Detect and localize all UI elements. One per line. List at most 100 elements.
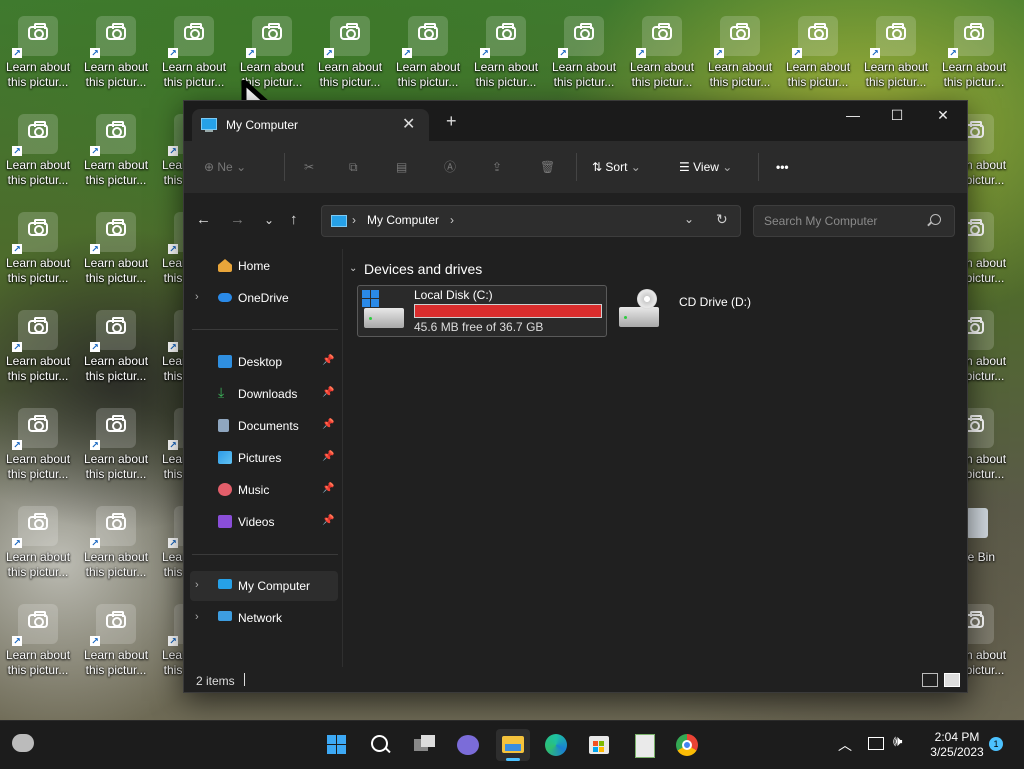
- store-icon: [593, 741, 598, 746]
- desktop-icon-learn-about-picture[interactable]: ↗ Learn about this pictur...: [546, 12, 622, 102]
- details-view-icon[interactable]: [922, 673, 938, 687]
- drive-cd-d[interactable]: CD Drive (D:): [615, 285, 765, 335]
- title-bar[interactable]: My Computer ✕ + — ☐ ✕: [184, 101, 967, 141]
- sidebar-item-onedrive[interactable]: › OneDrive: [190, 283, 338, 313]
- desktop-icon-learn-about-picture[interactable]: ↗ Learn about this pictur...: [390, 12, 466, 102]
- see-more-button[interactable]: •••: [776, 155, 789, 179]
- delete-icon[interactable]: 🗑: [540, 155, 555, 179]
- sidebar-item-music[interactable]: Music 📌: [190, 475, 338, 505]
- downloads-folder-icon: ⤓: [218, 384, 225, 400]
- desktop-icon-learn-about-picture[interactable]: ↗ Learn about this pictur...: [0, 306, 76, 396]
- paste-icon[interactable]: ▤: [396, 155, 407, 179]
- shortcut-arrow-icon: ↗: [12, 440, 22, 450]
- address-bar[interactable]: › My Computer › ⌄ ↻: [321, 205, 741, 237]
- teams-chat-button[interactable]: [451, 729, 485, 761]
- desktop-icon-learn-about-picture[interactable]: ↗ Learn about this pictur...: [468, 12, 544, 102]
- up-arrow-icon[interactable]: ↑: [290, 211, 298, 228]
- shortcut-arrow-icon: ↗: [168, 636, 178, 646]
- desktop-icon-learn-about-picture[interactable]: ↗ Learn about this pictur...: [0, 502, 76, 592]
- network-tray-icon[interactable]: [868, 737, 884, 750]
- minimize-button[interactable]: —: [830, 101, 876, 129]
- desktop-icon-label: Learn about this pictur...: [83, 256, 149, 285]
- desktop-icon-learn-about-picture[interactable]: ↗ Learn about this pictur...: [78, 110, 154, 200]
- volume-icon[interactable]: 🕪: [893, 733, 902, 750]
- desktop-icon-learn-about-picture[interactable]: ↗ Learn about this pictur...: [0, 208, 76, 298]
- desktop-icon-learn-about-picture[interactable]: ↗ Learn about this pictur...: [0, 110, 76, 200]
- address-dropdown-icon[interactable]: ⌄: [684, 212, 694, 226]
- task-view-button[interactable]: [408, 729, 442, 761]
- edge-button[interactable]: [540, 729, 574, 761]
- tiles-view-icon[interactable]: [944, 673, 960, 687]
- recent-locations-chevron-icon[interactable]: ⌄: [264, 213, 274, 227]
- desktop-icon-learn-about-picture[interactable]: ↗ Learn about this pictur...: [78, 208, 154, 298]
- desktop-icon-learn-about-picture[interactable]: ↗ Learn about this pictur...: [624, 12, 700, 102]
- sort-button[interactable]: ⇅ Sort ⌄: [592, 155, 641, 179]
- camera-icon: [808, 23, 828, 40]
- shortcut-arrow-icon: ↗: [168, 440, 178, 450]
- weather-icon[interactable]: [12, 734, 34, 752]
- group-header[interactable]: Devices and drives: [364, 261, 482, 277]
- desktop-icon-learn-about-picture[interactable]: ↗ Learn about this pictur...: [858, 12, 934, 102]
- copy-icon[interactable]: ⧉: [349, 155, 358, 179]
- drive-local-disk-c[interactable]: Local Disk (C:) 45.6 MB free of 36.7 GB: [357, 285, 607, 337]
- shortcut-arrow-icon: ↗: [558, 48, 568, 58]
- notepad-button[interactable]: [627, 729, 661, 761]
- sidebar-item-desktop[interactable]: Desktop 📌: [190, 347, 338, 377]
- show-hidden-icons-chevron-icon[interactable]: ︿: [838, 735, 852, 755]
- sidebar-item-network[interactable]: › Network: [190, 603, 338, 633]
- file-explorer-taskbar-button[interactable]: [496, 729, 530, 761]
- chat-icon: [457, 735, 479, 755]
- new-button[interactable]: ⊕ Ne ⌄: [204, 155, 246, 179]
- expand-chevron-icon[interactable]: ›: [195, 611, 199, 623]
- sidebar-item-videos[interactable]: Videos 📌: [190, 507, 338, 537]
- search-box[interactable]: [753, 205, 955, 237]
- sidebar-item-my-computer[interactable]: › My Computer: [190, 571, 338, 601]
- desktop-icon-learn-about-picture[interactable]: ↗ Learn about this pictur...: [702, 12, 778, 102]
- desktop-icon-learn-about-picture[interactable]: ↗ Learn about this pictur...: [936, 12, 1012, 102]
- notification-badge[interactable]: 1: [989, 737, 1003, 751]
- desktop-icon-learn-about-picture[interactable]: ↗ Learn about this pictur...: [156, 12, 232, 102]
- windows-logo-icon: [362, 290, 380, 308]
- maximize-button[interactable]: ☐: [874, 101, 920, 129]
- start-button[interactable]: [320, 729, 354, 761]
- tab-my-computer[interactable]: My Computer ✕: [192, 109, 429, 141]
- desktop-icon-learn-about-picture[interactable]: ↗ Learn about this pictur...: [0, 600, 76, 690]
- rename-icon[interactable]: Ⓐ: [444, 155, 456, 179]
- sidebar-item-documents[interactable]: Documents 📌: [190, 411, 338, 441]
- desktop-icon-learn-about-picture[interactable]: ↗ Learn about this pictur...: [0, 12, 76, 102]
- desktop-icon-learn-about-picture[interactable]: ↗ Learn about this pictur...: [78, 12, 154, 102]
- desktop-icon-learn-about-picture[interactable]: ↗ Learn about this pictur...: [0, 404, 76, 494]
- share-icon[interactable]: ⇪: [492, 155, 502, 179]
- desktop-icon-learn-about-picture[interactable]: ↗ Learn about this pictur...: [78, 404, 154, 494]
- status-separator: [244, 673, 245, 686]
- new-tab-button[interactable]: +: [446, 111, 457, 132]
- refresh-icon[interactable]: ↻: [716, 211, 728, 228]
- close-window-button[interactable]: ✕: [920, 101, 966, 129]
- sidebar-item-pictures[interactable]: Pictures 📌: [190, 443, 338, 473]
- desktop-icon-learn-about-picture[interactable]: ↗ Learn about this pictur...: [780, 12, 856, 102]
- expand-chevron-icon[interactable]: ›: [195, 291, 199, 303]
- cut-icon[interactable]: ✂: [304, 155, 314, 179]
- store-button[interactable]: [583, 729, 617, 761]
- system-clock[interactable]: 2:04 PM 3/25/2023: [924, 730, 990, 760]
- desktop-icon-learn-about-picture[interactable]: ↗ Learn about this pictur...: [78, 306, 154, 396]
- close-tab-icon[interactable]: ✕: [402, 114, 415, 134]
- forward-arrow-icon[interactable]: →: [230, 211, 245, 228]
- desktop-icon-learn-about-picture[interactable]: ↗ Learn about this pictur...: [78, 600, 154, 690]
- view-button[interactable]: ☰ View ⌄: [679, 155, 732, 179]
- camera-icon: [106, 513, 126, 530]
- sidebar-item-home[interactable]: Home: [190, 251, 338, 281]
- breadcrumb-chevron-icon[interactable]: ›: [450, 213, 454, 227]
- search-taskbar-button[interactable]: [363, 729, 397, 761]
- back-arrow-icon[interactable]: ←: [196, 211, 211, 228]
- expand-chevron-icon[interactable]: ›: [195, 579, 199, 591]
- shortcut-arrow-icon: ↗: [324, 48, 334, 58]
- camera-icon: [184, 23, 204, 40]
- breadcrumb[interactable]: My Computer: [367, 213, 439, 227]
- edge-icon: [545, 734, 567, 756]
- collapse-chevron-icon[interactable]: ⌄: [349, 263, 357, 274]
- desktop-icon-learn-about-picture[interactable]: ↗ Learn about this pictur...: [78, 502, 154, 592]
- sidebar-item-downloads[interactable]: ⤓ Downloads 📌: [190, 379, 338, 409]
- search-input[interactable]: [762, 211, 926, 231]
- chrome-button[interactable]: [671, 729, 705, 761]
